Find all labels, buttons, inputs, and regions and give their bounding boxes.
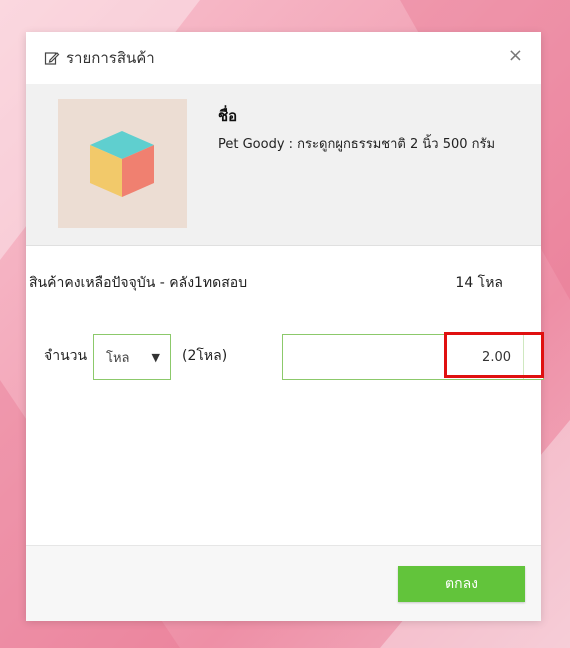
quantity-label: จำนวน — [44, 348, 88, 364]
modal-title-text: รายการสินค้า — [66, 49, 155, 67]
cube-icon — [90, 131, 154, 197]
unit-select[interactable]: โหล ▼ — [93, 334, 171, 380]
unit-select-value: โหล — [106, 350, 130, 366]
close-button[interactable]: × — [508, 46, 523, 66]
modal-footer: ตกลง — [26, 545, 541, 621]
product-thumbnail — [58, 99, 187, 228]
product-panel: ชื่อ Pet Goody : กระดูกผูกธรรมชาติ 2 นิ้… — [26, 84, 541, 246]
quantity-input[interactable] — [283, 335, 521, 379]
product-name: Pet Goody : กระดูกผูกธรรมชาติ 2 นิ้ว 500… — [218, 137, 496, 152]
quantity-field — [282, 334, 544, 380]
modal-header: รายการสินค้า × — [26, 32, 541, 84]
modal-title: รายการสินค้า — [44, 46, 155, 70]
edit-icon — [44, 50, 60, 66]
stock-label: สินค้าคงเหลือปัจจุบัน - คลัง1ทดสอบ — [29, 275, 248, 291]
ok-button[interactable]: ตกลง — [398, 566, 525, 602]
chevron-down-icon: ▼ — [151, 350, 160, 364]
unit-hint: (2โหล) — [182, 348, 228, 364]
product-name-label: ชื่อ — [218, 107, 238, 125]
quantity-divider — [523, 335, 524, 379]
product-modal: รายการสินค้า × ชื่อ Pet Goody : กระดูกผู… — [26, 32, 544, 621]
stock-value: 14 โหล — [455, 275, 503, 291]
